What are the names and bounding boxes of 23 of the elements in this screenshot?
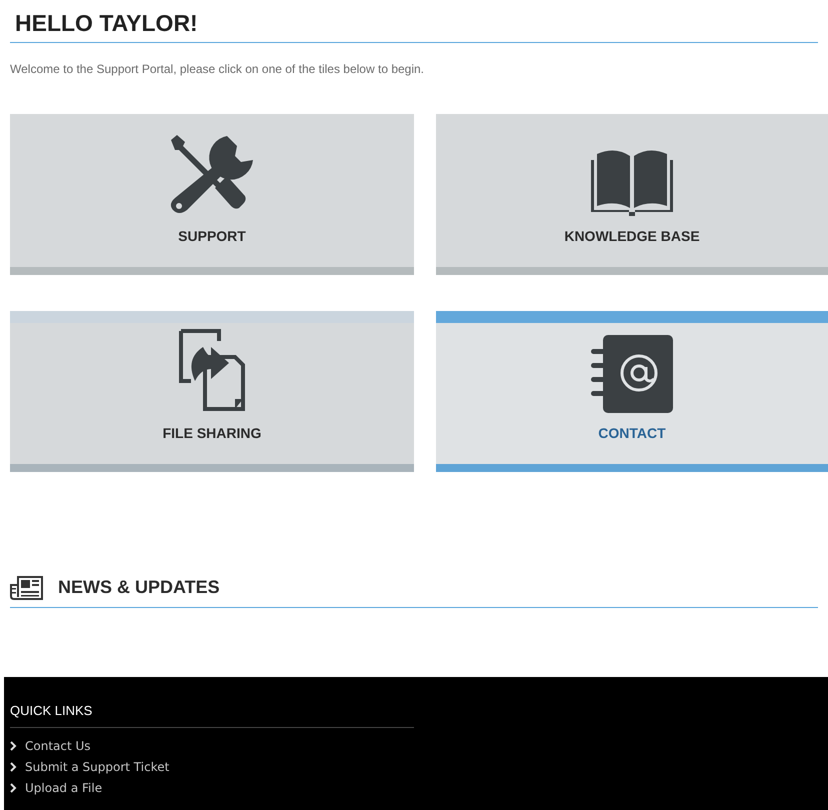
portal-tile[interactable]: KNOWLEDGE BASE: [436, 114, 828, 275]
chevron-icon: [10, 762, 17, 772]
portal-tile[interactable]: SUPPORT: [10, 114, 414, 275]
tile-label: SUPPORT: [178, 227, 246, 246]
footer-heading: QUICK LINKS: [10, 702, 94, 720]
intro-text: Welcome to the Support Portal, please click on one of the tiles below to begin.: [10, 61, 426, 78]
footer-link[interactable]: Upload a File: [25, 780, 102, 796]
address-book-icon: [591, 335, 673, 413]
footer-link[interactable]: Contact Us: [25, 738, 91, 754]
greeting-heading: HELLO TAYLOR!: [15, 9, 199, 38]
files-icon: [179, 329, 245, 413]
footer-link[interactable]: Submit a Support Ticket: [25, 758, 170, 776]
news-heading: NEWS & UPDATES: [58, 576, 220, 599]
chevron-icon: [10, 741, 17, 751]
chevron-icon: [10, 783, 17, 793]
tile-label: KNOWLEDGE BASE: [564, 227, 700, 246]
book-icon: [591, 150, 673, 216]
portal-tile[interactable]: FILE SHARING: [10, 311, 414, 472]
tile-label: CONTACT: [598, 424, 666, 443]
tile-label: FILE SHARING: [162, 424, 262, 443]
tools-icon: [169, 134, 255, 216]
portal-tile[interactable]: CONTACT: [436, 311, 828, 472]
newspaper-icon: [10, 574, 44, 600]
